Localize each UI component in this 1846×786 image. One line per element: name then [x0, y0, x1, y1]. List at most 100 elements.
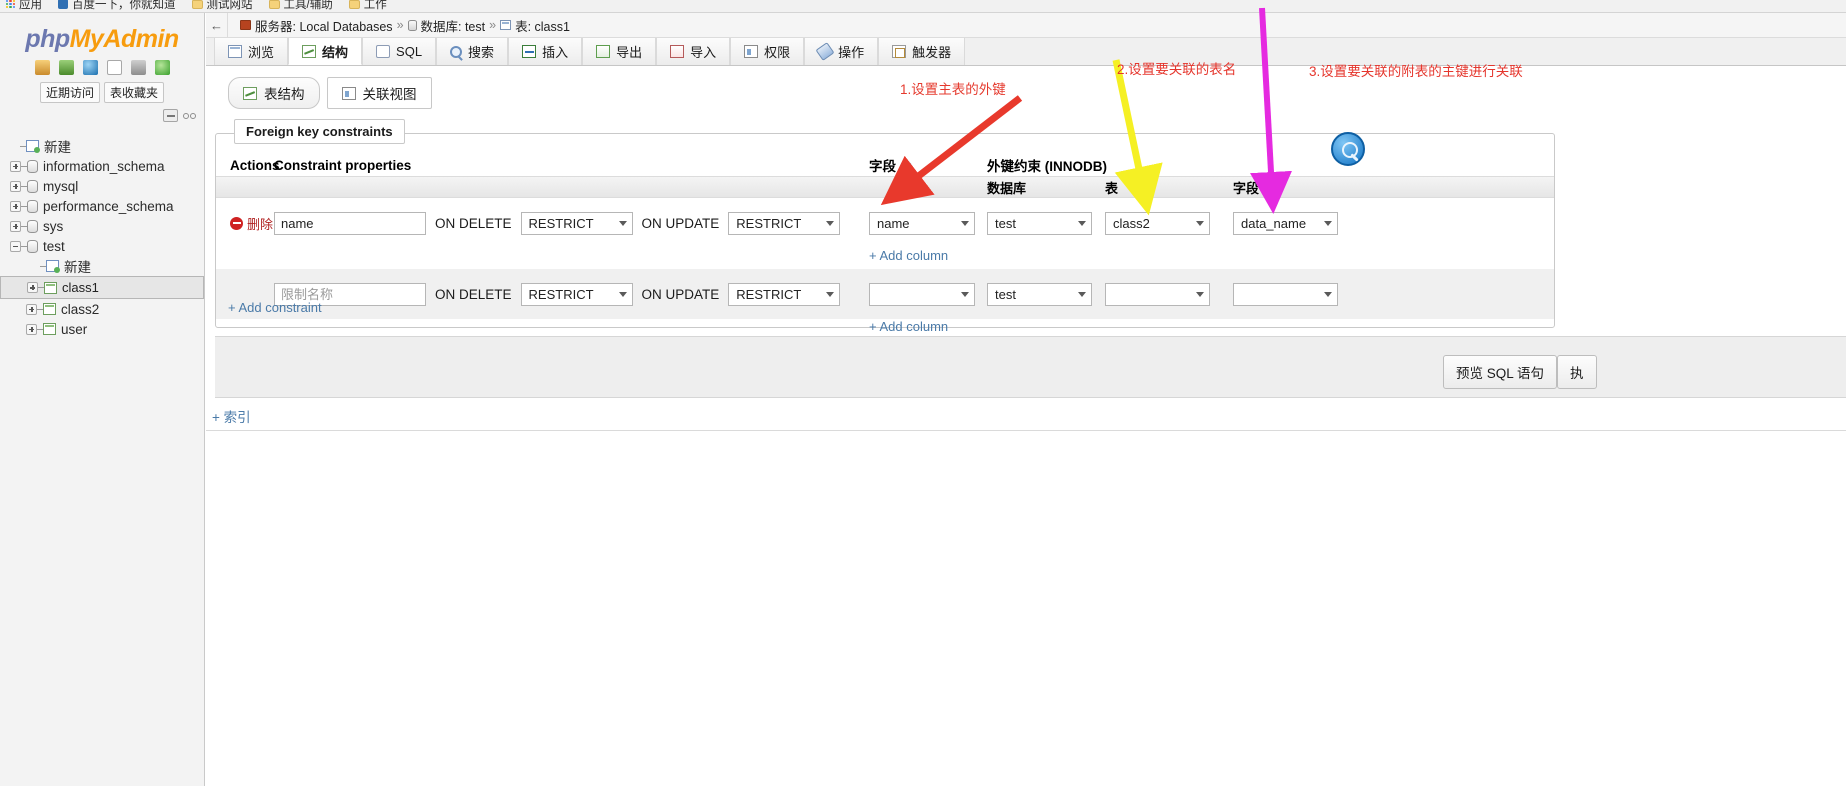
search-icon	[450, 45, 463, 58]
row-database-cell: test	[987, 282, 1105, 306]
delete-constraint-button[interactable]: 删除	[230, 214, 274, 233]
home-icon[interactable]	[34, 60, 50, 75]
subheader-field: 字段	[1233, 180, 1260, 196]
annotation-step-2: 2.设置要关联的表名	[1117, 62, 1237, 77]
navigation-quick-tabs: 近期访问 表收藏夹	[0, 82, 204, 103]
on-update-select[interactable]: RESTRICT	[728, 211, 841, 235]
bookmark-apps[interactable]: 应用	[6, 0, 42, 12]
foreign-table-select[interactable]: class2	[1105, 211, 1210, 235]
add-column-link[interactable]: + Add column	[869, 248, 948, 263]
magnifier-icon[interactable]	[1331, 132, 1365, 166]
foreign-database-select[interactable]: test	[987, 282, 1092, 306]
expand-toggle-icon[interactable]	[26, 323, 37, 335]
collapse-icon[interactable]	[163, 109, 178, 122]
breadcrumb-separator: »	[396, 18, 404, 32]
index-section-link[interactable]: + 索引	[212, 406, 251, 426]
back-button[interactable]: ←	[206, 13, 228, 37]
tab-browse[interactable]: 浏览	[214, 38, 289, 65]
tree-item-new-table[interactable]: 新建	[0, 256, 204, 276]
chevron-down-icon	[1324, 291, 1332, 297]
tree-item-performance-schema[interactable]: performance_schema	[0, 196, 204, 216]
structure-subtabs: 表结构 关联视图	[228, 77, 432, 109]
expand-toggle-icon[interactable]	[10, 180, 21, 192]
tab-triggers[interactable]: 触发器	[878, 38, 966, 65]
foreign-field-select[interactable]: data_name	[1233, 211, 1338, 235]
bookmark-folder-test-sites[interactable]: 测试网站	[191, 0, 253, 12]
tree-item-information-schema[interactable]: information_schema	[0, 156, 204, 176]
on-update-select[interactable]: RESTRICT	[728, 282, 841, 306]
subtab-table-structure[interactable]: 表结构	[228, 77, 320, 109]
new-table-icon	[46, 260, 60, 273]
navigation-icon-row	[0, 60, 204, 75]
foreign-table-select[interactable]	[1105, 282, 1210, 306]
chevron-down-icon	[1324, 220, 1332, 226]
foreign-database-select[interactable]: test	[987, 211, 1092, 235]
tree-item-sys[interactable]: sys	[0, 216, 204, 236]
tree-item-user[interactable]: user	[0, 319, 204, 339]
constraint-row: ON DELETE RESTRICT ON UPDATE RESTRICT	[216, 269, 1554, 319]
add-column-row: + Add column	[216, 248, 1554, 263]
phpmyadmin-logo[interactable]: phpMyAdmin	[0, 13, 204, 54]
tab-import[interactable]: 导入	[656, 38, 731, 65]
on-delete-value: RESTRICT	[528, 215, 594, 231]
row-table-cell: class2	[1105, 211, 1233, 235]
tab-sql[interactable]: SQL	[362, 38, 437, 65]
expand-toggle-icon[interactable]	[27, 282, 38, 293]
breadcrumb: 服务器: Local Databases » 数据库: test » 表: cl…	[228, 16, 570, 35]
globe-icon[interactable]	[82, 60, 98, 75]
recent-tab[interactable]: 近期访问	[39, 82, 100, 103]
breadcrumb-database[interactable]: 数据库: test	[421, 16, 486, 35]
link-chain-icon[interactable]	[183, 111, 196, 120]
add-constraint-link[interactable]: + Add constraint	[228, 300, 322, 315]
foreign-field-value: data_name	[1241, 215, 1307, 231]
tree-item-class1[interactable]: class1	[0, 276, 204, 299]
tree-item-test[interactable]: test	[0, 236, 204, 256]
expand-toggle-icon[interactable]	[10, 200, 21, 212]
help-icon[interactable]	[900, 159, 912, 173]
expand-toggle-icon[interactable]	[26, 303, 37, 315]
tab-privileges[interactable]: 权限	[730, 38, 805, 65]
structure-icon	[302, 44, 317, 58]
go-button[interactable]: 执	[1557, 355, 1597, 389]
expand-toggle-icon[interactable]	[10, 220, 21, 232]
breadcrumb-table[interactable]: 表: class1	[515, 16, 570, 35]
preview-sql-button[interactable]: 预览 SQL 语句	[1443, 355, 1558, 389]
tab-insert[interactable]: 插入	[508, 38, 583, 65]
docs-icon[interactable]	[106, 60, 122, 75]
insert-icon	[522, 45, 537, 58]
breadcrumb-server[interactable]: 服务器: Local Databases	[255, 16, 393, 35]
tab-label: 插入	[542, 45, 569, 60]
bookmark-folder-tools[interactable]: 工具/辅助	[268, 0, 333, 12]
collapse-toggle-icon[interactable]	[10, 240, 21, 252]
header-actions: Actions	[230, 157, 280, 173]
add-column-link[interactable]: + Add column	[869, 319, 948, 334]
refresh-icon[interactable]	[154, 60, 170, 75]
main-content: ← 服务器: Local Databases » 数据库: test » 表: …	[206, 13, 1846, 786]
settings-icon[interactable]	[130, 60, 146, 75]
favorites-tab[interactable]: 表收藏夹	[104, 82, 165, 103]
foreign-table-value: class2	[1113, 215, 1150, 231]
tree-item-mysql[interactable]: mysql	[0, 176, 204, 196]
bookmark-baidu[interactable]: 百度一下，你就知道	[58, 0, 176, 12]
subtab-relation-view[interactable]: 关联视图	[326, 77, 432, 109]
on-delete-select[interactable]: RESTRICT	[520, 211, 633, 235]
source-column-select[interactable]	[869, 282, 975, 306]
tab-search[interactable]: 搜索	[436, 38, 509, 65]
add-column-spacer	[216, 248, 869, 263]
tab-export[interactable]: 导出	[582, 38, 657, 65]
tab-label: 导出	[616, 45, 643, 60]
bookmark-folder-work[interactable]: 工作	[348, 0, 387, 12]
expand-toggle-icon[interactable]	[10, 160, 21, 172]
source-column-select[interactable]: name	[869, 211, 975, 235]
tree-item-new-db[interactable]: 新建	[0, 136, 204, 156]
constraint-name-input[interactable]	[274, 211, 426, 235]
tab-structure[interactable]: 结构	[288, 38, 363, 65]
logo-my: My	[69, 25, 104, 53]
foreign-field-select[interactable]	[1233, 282, 1338, 306]
tab-operations[interactable]: 操作	[804, 38, 879, 65]
structure-icon	[243, 86, 257, 100]
on-delete-select[interactable]: RESTRICT	[520, 282, 633, 306]
tab-label: 导入	[690, 45, 717, 60]
exit-icon[interactable]	[58, 60, 74, 75]
tree-item-class2[interactable]: class2	[0, 299, 204, 319]
